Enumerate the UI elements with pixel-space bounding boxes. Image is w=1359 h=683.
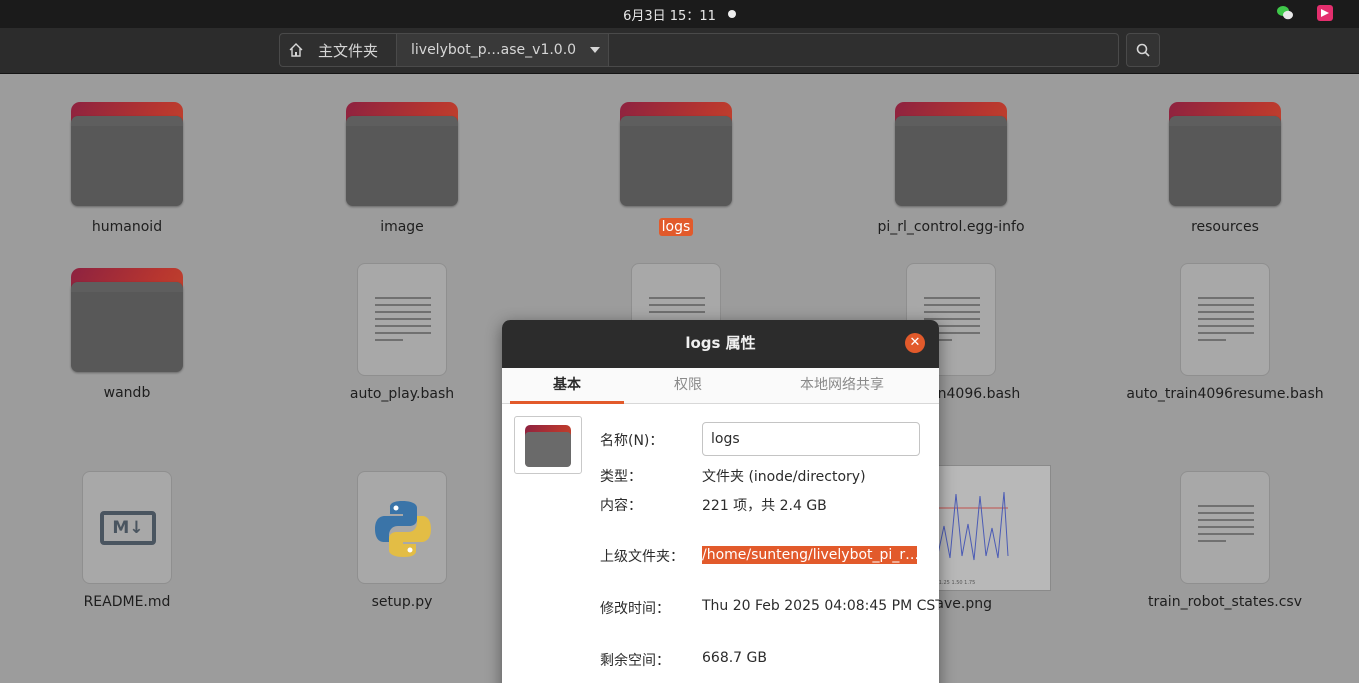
text-file-icon: [1180, 471, 1270, 584]
file-item-setup-py[interactable]: setup.py: [282, 471, 522, 611]
file-item-auto-train4096resume-bash[interactable]: auto_train4096resume.bash: [1105, 263, 1345, 403]
file-item-wandb[interactable]: wandb: [7, 268, 247, 402]
dialog-tabs: 基本 权限 本地网络共享: [502, 368, 939, 404]
file-label: wandb: [103, 385, 151, 401]
close-icon: ✕: [909, 335, 921, 350]
file-label: image: [380, 219, 424, 235]
markdown-file-icon: M↓: [82, 471, 172, 584]
close-button[interactable]: ✕: [905, 333, 925, 353]
folder-icon: [1169, 102, 1281, 206]
parent-folder-label: 上级文件夹：: [600, 549, 684, 565]
modified-label: 修改时间：: [600, 601, 670, 617]
free-space-value: 668.7 GB: [702, 650, 767, 666]
clock-text: 6月3日 15：11: [623, 9, 716, 24]
file-label: auto_train4096resume.bash: [1126, 386, 1324, 402]
file-label: resources: [1191, 219, 1259, 235]
contents-value: 221 项，共 2.4 GB: [702, 498, 827, 514]
type-label: 类型：: [600, 469, 642, 485]
file-label: logs: [658, 218, 694, 236]
file-label: auto_play.bash: [349, 386, 455, 402]
free-space-label: 剩余空间：: [600, 653, 670, 669]
file-label: README.md: [83, 594, 171, 610]
folder-icon: [71, 102, 183, 206]
file-label: in4096.bash: [933, 386, 1021, 402]
tab-basic[interactable]: 基本: [510, 368, 624, 404]
wechat-tray-icon[interactable]: [1276, 5, 1294, 21]
image-thumbnail: 1.00 1.25 1.50 1.75: [921, 465, 1051, 591]
breadcrumb-current[interactable]: livelybot_p…ase_v1.0.0: [397, 34, 609, 66]
parent-folder-value[interactable]: /home/sunteng/livelybot_pi_r…: [702, 546, 917, 564]
name-label: 名称(N)：: [600, 433, 664, 449]
file-item-logs[interactable]: logs: [556, 102, 796, 236]
file-label: pi_rl_control.egg-info: [877, 219, 1025, 235]
file-label: setup.py: [371, 594, 433, 610]
header-bar: 主文件夹 livelybot_p…ase_v1.0.0: [0, 28, 1359, 74]
tab-local-network-share[interactable]: 本地网络共享: [772, 368, 912, 404]
app-tray-icon[interactable]: [1317, 5, 1333, 21]
file-item-pi-rl-control-egg-info[interactable]: pi_rl_control.egg-info: [831, 102, 1071, 236]
tab-permissions[interactable]: 权限: [634, 368, 742, 404]
notification-dot-icon: [727, 10, 736, 18]
folder-icon: [346, 102, 458, 206]
file-item-auto-play-bash[interactable]: auto_play.bash: [282, 263, 522, 403]
home-icon: [289, 43, 303, 57]
search-icon: [1136, 43, 1150, 57]
file-label: train_robot_states.csv: [1147, 594, 1303, 610]
chevron-down-icon: [590, 47, 601, 53]
name-input[interactable]: [702, 422, 920, 456]
text-file-icon: [357, 263, 447, 376]
properties-dialog: logs 属性 ✕ 基本 权限 本地网络共享 名称(N)： 类型： 文件夹 (i…: [502, 320, 939, 683]
folder-icon: [895, 102, 1007, 206]
file-label: humanoid: [91, 219, 163, 235]
file-item-humanoid[interactable]: humanoid: [7, 102, 247, 236]
file-item-train-robot-states-csv[interactable]: train_robot_states.csv: [1105, 471, 1345, 611]
dialog-titlebar[interactable]: logs 属性 ✕: [502, 320, 939, 368]
dialog-title: logs 属性: [685, 334, 756, 352]
contents-label: 内容：: [600, 498, 642, 514]
modified-value: Thu 20 Feb 2025 04:08:45 PM CST: [702, 598, 939, 614]
file-item-image[interactable]: image: [282, 102, 522, 236]
path-bar: 主文件夹 livelybot_p…ase_v1.0.0: [279, 33, 1119, 67]
breadcrumb-home[interactable]: 主文件夹: [280, 34, 397, 66]
file-item-resources[interactable]: resources: [1105, 102, 1345, 236]
file-item-readme-md[interactable]: M↓ README.md: [7, 471, 247, 611]
folder-icon: [71, 268, 183, 372]
folder-icon-button[interactable]: [514, 416, 582, 474]
python-file-icon: [357, 471, 447, 584]
folder-icon: [620, 102, 732, 206]
breadcrumb-current-label: livelybot_p…ase_v1.0.0: [411, 42, 577, 58]
text-file-icon: [1180, 263, 1270, 376]
folder-icon: [525, 425, 571, 467]
system-top-bar: 6月3日 15：11: [0, 0, 1359, 28]
breadcrumb-home-label: 主文件夹: [318, 41, 379, 60]
clock[interactable]: 6月3日 15：11: [0, 5, 1359, 24]
search-button[interactable]: [1126, 33, 1160, 67]
type-value: 文件夹 (inode/directory): [702, 469, 866, 485]
